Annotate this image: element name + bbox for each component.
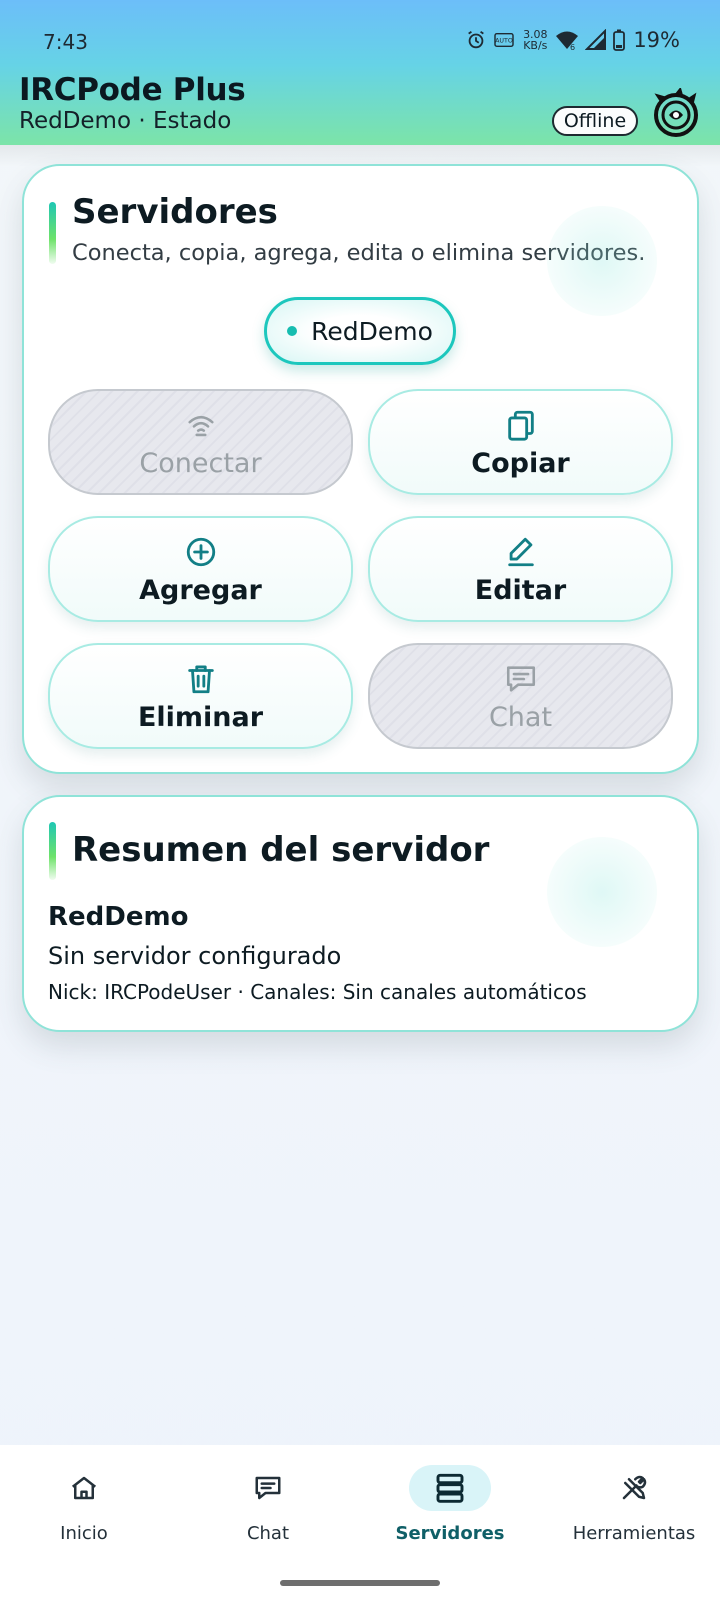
trash-icon [187,665,214,693]
connection-status-badge[interactable]: Offline [552,106,638,136]
nav-label-herramientas: Herramientas [572,1523,696,1544]
chat-icon [255,1476,281,1500]
app-subtitle: RedDemo · Estado [19,108,232,134]
svg-text:6: 6 [570,43,575,51]
card-accent-bar [49,822,56,880]
signal-icon [585,29,607,50]
status-icons: AUTO 3.08 KB/s 6 19% [465,28,680,52]
servers-card: Servidores Conecta, copia, agrega, edita… [22,164,699,774]
server-summary-card: Resumen del servidor RedDemo Sin servido… [22,795,699,1032]
auto-data-icon: AUTO [494,32,515,48]
add-circle-icon [186,537,215,566]
selected-server-label: RedDemo [311,316,433,346]
chat-label: Chat [488,701,553,733]
delete-server-button[interactable]: Eliminar [48,643,353,749]
connect-label: Conectar [139,447,262,479]
chat-button[interactable]: Chat [368,643,673,749]
net-speed: 3.08 KB/s [523,28,548,52]
summary-server-status: Sin servidor configurado [48,942,342,970]
dragon-logo-icon[interactable] [652,88,700,140]
battery-level: 19% [633,28,680,52]
home-indicator[interactable] [280,1580,440,1586]
home-icon [71,1476,97,1500]
servers-icon [436,1473,464,1503]
status-time: 7:43 [43,30,88,54]
edit-server-button[interactable]: Editar [368,516,673,622]
nav-item-chat[interactable]: Chat [178,1465,358,1544]
chat-icon [506,665,535,692]
connect-button[interactable]: Conectar [48,389,353,495]
nav-label-chat: Chat [246,1523,290,1544]
selected-server-chip[interactable]: RedDemo [264,297,456,365]
edit-server-label: Editar [474,574,567,606]
nav-item-servidores[interactable]: Servidores [360,1465,540,1544]
alarm-icon [468,30,485,49]
card-accent-bar [49,202,56,264]
servers-card-subtitle: Conecta, copia, agrega, edita o elimina … [72,240,646,266]
copy-label: Copiar [471,447,570,479]
copy-icon [507,410,534,441]
edit-icon [507,537,534,566]
nav-icon-container [227,1465,309,1511]
bottom-navigation: Inicio Chat Servidores Herramientas [0,1445,720,1600]
nav-label-inicio: Inicio [60,1523,108,1544]
summary-server-details: Nick: IRCPodeUser · Canales: Sin canales… [48,980,587,1004]
summary-server-name: RedDemo [48,902,189,932]
tools-icon [622,1475,647,1500]
delete-server-label: Eliminar [137,701,264,733]
add-server-button[interactable]: Agregar [48,516,353,622]
servers-card-title: Servidores [72,192,278,232]
battery-icon [613,29,626,51]
nav-icon-container [593,1465,675,1511]
svg-text:AUTO: AUTO [495,38,513,45]
connect-icon [187,415,214,436]
server-status-dot [287,326,298,336]
copy-button[interactable]: Copiar [368,389,673,495]
nav-item-herramientas[interactable]: Herramientas [544,1465,720,1544]
wifi-icon: 6 [556,31,579,51]
add-server-label: Agregar [139,574,262,606]
nav-label-servidores: Servidores [395,1523,505,1544]
nav-icon-container [409,1465,491,1511]
nav-icon-container [43,1465,125,1511]
app-header: 7:43 AUTO 3.08 KB/s 6 19% IRCPode Plus R… [0,0,720,145]
nav-item-inicio[interactable]: Inicio [0,1465,174,1544]
summary-card-title: Resumen del servidor [72,830,490,870]
status-bar: 7:43 AUTO 3.08 KB/s 6 19% [0,22,720,62]
app-title: IRCPode Plus [19,72,246,108]
